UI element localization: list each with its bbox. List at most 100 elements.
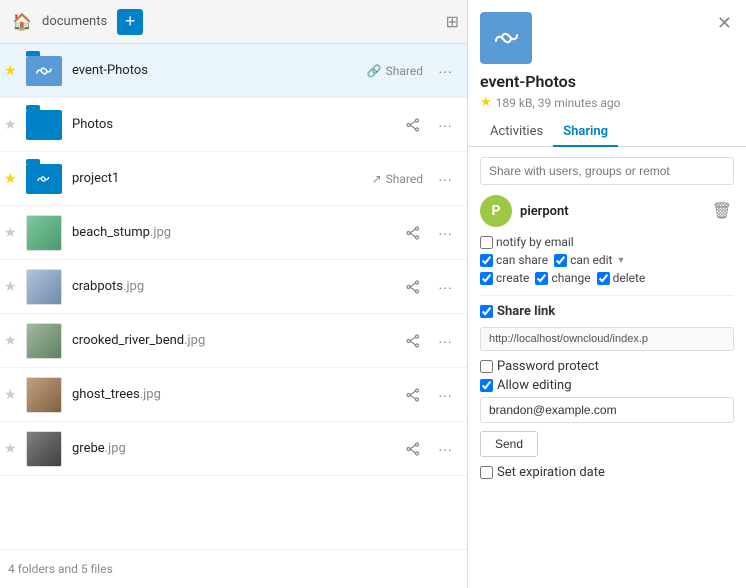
change-label[interactable]: change (535, 271, 590, 285)
list-item[interactable]: ★ project1 ↗ Shared ··· (0, 152, 467, 206)
star-icon[interactable]: ★ (4, 387, 24, 403)
more-button[interactable]: ··· (431, 435, 459, 463)
notify-email-label[interactable]: notify by email (480, 235, 574, 249)
home-icon[interactable]: 🏠 (8, 8, 36, 36)
email-input[interactable] (480, 397, 734, 423)
file-thumbnail (24, 429, 64, 469)
file-list-panel: 🏠 documents + ⊞ ★ event-Photos 🔗 Shared (0, 0, 468, 588)
sharing-panel: P pierpont 🗑 notify by email can share (468, 157, 746, 588)
share-button[interactable] (399, 111, 427, 139)
breadcrumb: documents (42, 14, 107, 29)
notify-row: notify by email (480, 235, 734, 249)
file-thumbnail (24, 321, 64, 361)
share-link-url-input[interactable] (480, 327, 734, 351)
more-button[interactable]: ··· (431, 219, 459, 247)
filename: project1 (72, 171, 372, 186)
detail-header: ✕ (468, 0, 746, 72)
expiration-row: Set expiration date (480, 465, 734, 480)
more-button[interactable]: ··· (431, 273, 459, 301)
allow-editing-label[interactable]: Allow editing (480, 378, 572, 393)
more-button[interactable]: ··· (431, 111, 459, 139)
share-icon: 🔗 (367, 64, 382, 78)
add-button[interactable]: + (117, 9, 143, 35)
star-icon[interactable]: ★ (4, 279, 24, 295)
detail-panel: ✕ event-Photos ★ 189 kB, 39 minutes ago … (468, 0, 746, 588)
can-share-checkbox[interactable] (480, 254, 493, 267)
row-actions: ··· (399, 219, 459, 247)
list-item[interactable]: ★ crabpots.jpg ··· (0, 260, 467, 314)
filename: event-Photos (72, 63, 367, 78)
row-actions: ··· (431, 57, 459, 85)
user-avatar: P (480, 195, 512, 227)
share-button[interactable] (399, 327, 427, 355)
delete-label[interactable]: delete (597, 271, 646, 285)
list-item[interactable]: ★ beach_stump.jpg ··· (0, 206, 467, 260)
allow-editing-checkbox[interactable] (480, 379, 493, 392)
filename: beach_stump.jpg (72, 225, 399, 240)
change-checkbox[interactable] (535, 272, 548, 285)
share-link-label[interactable]: Share link (480, 304, 555, 319)
more-button[interactable]: ··· (431, 327, 459, 355)
notify-email-checkbox[interactable] (480, 236, 493, 249)
folder-icon (24, 105, 64, 145)
close-button[interactable]: ✕ (715, 12, 734, 34)
delete-checkbox[interactable] (597, 272, 610, 285)
file-thumbnail (24, 267, 64, 307)
footer-info: 4 folders and 5 files (0, 549, 467, 588)
user-name: pierpont (520, 204, 702, 219)
more-button[interactable]: ··· (431, 165, 459, 193)
row-actions: ··· (399, 435, 459, 463)
star-icon[interactable]: ★ (4, 225, 24, 241)
star-icon[interactable]: ★ (4, 117, 24, 133)
share-link-checkbox[interactable] (480, 305, 493, 318)
more-button[interactable]: ··· (431, 381, 459, 409)
create-label[interactable]: create (480, 271, 529, 285)
filename: crabpots.jpg (72, 279, 399, 294)
list-item[interactable]: ★ crooked_river_bend.jpg ··· (0, 314, 467, 368)
detail-title: event-Photos (468, 72, 746, 95)
tab-sharing[interactable]: Sharing (553, 118, 618, 147)
list-item[interactable]: ★ event-Photos 🔗 Shared ··· (0, 44, 467, 98)
list-item[interactable]: ★ grebe.jpg ··· (0, 422, 467, 476)
file-list: ★ event-Photos 🔗 Shared ··· ★ (0, 44, 467, 549)
star-icon[interactable]: ★ (4, 441, 24, 457)
can-share-label[interactable]: can share (480, 253, 548, 267)
filename: crooked_river_bend.jpg (72, 333, 399, 348)
row-actions: ··· (431, 165, 459, 193)
folder-shared-icon (24, 159, 64, 199)
tab-activities[interactable]: Activities (480, 118, 553, 147)
star-icon[interactable]: ★ (4, 63, 24, 79)
can-edit-checkbox[interactable] (554, 254, 567, 267)
shared-user-row: P pierpont 🗑 (480, 195, 734, 227)
send-button[interactable]: Send (480, 431, 538, 457)
folder-icon (24, 51, 64, 91)
row-actions: ··· (399, 111, 459, 139)
more-button[interactable]: ··· (431, 57, 459, 85)
grid-view-icon[interactable]: ⊞ (446, 12, 459, 31)
remove-user-button[interactable]: 🗑 (710, 199, 734, 223)
share-search-input[interactable] (480, 157, 734, 185)
can-share-edit-row: can share can edit ▾ (480, 253, 734, 267)
permissions-section: notify by email can share can edit ▾ cre… (480, 235, 734, 285)
create-checkbox[interactable] (480, 272, 493, 285)
share-button[interactable] (399, 435, 427, 463)
password-protect-label[interactable]: Password protect (480, 359, 599, 374)
row-actions: ··· (399, 381, 459, 409)
expiration-label[interactable]: Set expiration date (480, 465, 605, 480)
file-thumbnail (24, 375, 64, 415)
password-protect-checkbox[interactable] (480, 360, 493, 373)
filename: Photos (72, 117, 399, 132)
detail-meta: ★ 189 kB, 39 minutes ago (468, 95, 746, 118)
share-button[interactable] (399, 381, 427, 409)
star-icon: ★ (480, 95, 492, 110)
divider (480, 295, 734, 296)
can-edit-label[interactable]: can edit (554, 253, 612, 267)
share-button[interactable] (399, 219, 427, 247)
star-icon[interactable]: ★ (4, 333, 24, 349)
list-item[interactable]: ★ ghost_trees.jpg ··· (0, 368, 467, 422)
list-item[interactable]: ★ Photos ··· (0, 98, 467, 152)
expiration-checkbox[interactable] (480, 466, 493, 479)
permissions-dropdown-icon[interactable]: ▾ (618, 255, 623, 266)
star-icon[interactable]: ★ (4, 171, 24, 187)
share-button[interactable] (399, 273, 427, 301)
